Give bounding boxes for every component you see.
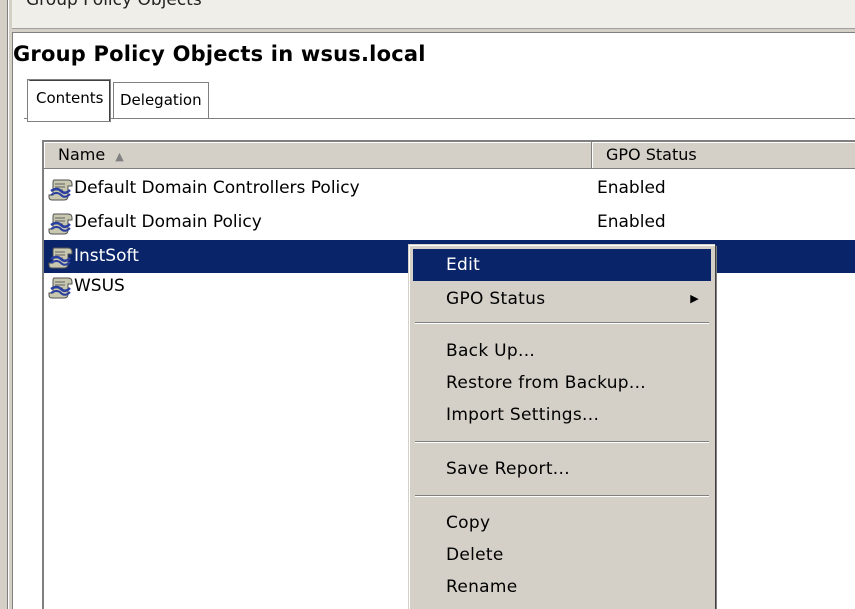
menu-item-label: Rename bbox=[446, 577, 518, 597]
menu-item-label: Save Report... bbox=[446, 459, 570, 479]
menu-item-label: Edit bbox=[446, 255, 481, 275]
menu-separator bbox=[415, 495, 709, 497]
menu-item-label: Delete bbox=[446, 545, 504, 565]
menu-item-back-up[interactable]: Back Up... bbox=[413, 335, 711, 367]
menu-item-delete[interactable]: Delete bbox=[413, 539, 711, 571]
submenu-arrow-icon: ▶ bbox=[690, 292, 699, 305]
row-name: Default Domain Policy bbox=[74, 212, 262, 232]
left-pane-border bbox=[0, 0, 9, 609]
menu-item-label: Back Up... bbox=[446, 341, 536, 361]
tab-delegation-label: Delegation bbox=[120, 91, 202, 109]
page-title: Group Policy Objects in wsus.local bbox=[13, 42, 426, 66]
menu-item-rename[interactable]: Rename bbox=[413, 571, 711, 603]
tab-delegation[interactable]: Delegation bbox=[113, 82, 209, 118]
gpo-scroll-icon bbox=[48, 276, 73, 299]
row-status: Enabled bbox=[597, 178, 666, 198]
menu-separator bbox=[415, 441, 709, 443]
gpmc-window: Group Policy Objects Group Policy Object… bbox=[0, 0, 855, 609]
menu-item-gpo-status[interactable]: GPO Status ▶ bbox=[413, 283, 711, 315]
menu-item-save-report[interactable]: Save Report... bbox=[413, 453, 711, 485]
menu-item-edit[interactable]: Edit bbox=[413, 249, 711, 281]
menu-item-label: Restore from Backup... bbox=[446, 373, 646, 393]
column-header-name[interactable]: Name ▲ bbox=[44, 142, 592, 169]
menu-item-label: Copy bbox=[446, 513, 491, 533]
gpo-scroll-icon bbox=[48, 212, 73, 235]
row-name: InstSoft bbox=[74, 246, 139, 266]
column-header-name-label: Name bbox=[58, 145, 106, 164]
table-row[interactable]: Default Domain Policy Enabled bbox=[44, 206, 855, 239]
tab-divider bbox=[24, 118, 855, 119]
breadcrumb-text: Group Policy Objects bbox=[26, 0, 202, 10]
menu-item-copy[interactable]: Copy bbox=[413, 507, 711, 539]
tab-contents-label: Contents bbox=[36, 89, 104, 107]
sort-ascending-icon: ▲ bbox=[115, 150, 124, 163]
table-row[interactable]: Default Domain Controllers Policy Enable… bbox=[44, 172, 855, 205]
gpo-scroll-icon bbox=[48, 178, 73, 201]
menu-item-label: GPO Status bbox=[446, 289, 546, 309]
menu-item-import-settings[interactable]: Import Settings... bbox=[413, 399, 711, 431]
column-header-gpo-status[interactable]: GPO Status bbox=[592, 142, 855, 169]
menu-separator bbox=[415, 322, 709, 324]
column-header-status-label: GPO Status bbox=[606, 145, 697, 164]
row-status: Enabled bbox=[597, 212, 666, 232]
menu-item-restore-from-backup[interactable]: Restore from Backup... bbox=[413, 367, 711, 399]
menu-item-label: Import Settings... bbox=[446, 405, 600, 425]
context-menu: Edit GPO Status ▶ Back Up... Restore fro… bbox=[408, 244, 715, 609]
breadcrumb: Group Policy Objects bbox=[12, 0, 855, 29]
row-name: Default Domain Controllers Policy bbox=[74, 178, 360, 198]
tab-contents[interactable]: Contents bbox=[26, 79, 112, 122]
row-name: WSUS bbox=[74, 276, 125, 296]
gpo-scroll-icon bbox=[48, 246, 73, 269]
